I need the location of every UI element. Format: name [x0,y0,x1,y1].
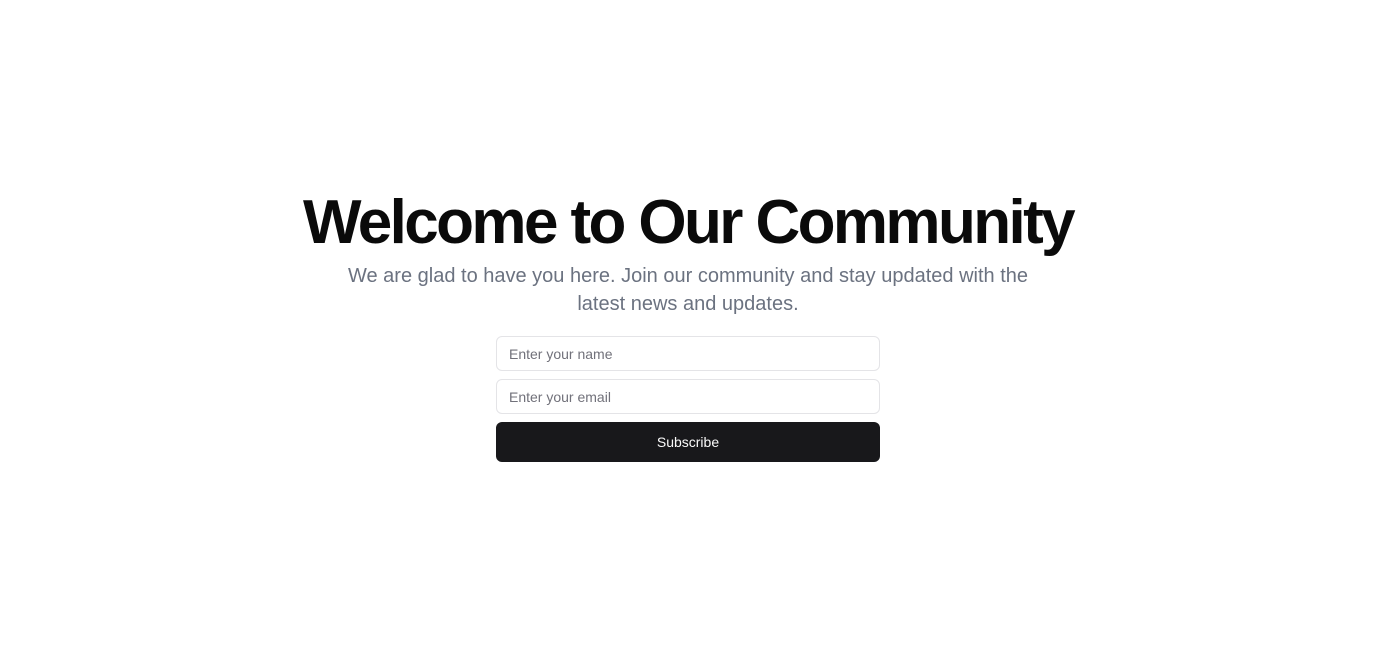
page-title: Welcome to Our Community [302,188,1076,257]
hero-section: Welcome to Our Community We are glad to … [0,190,1376,462]
subscribe-form: Subscribe [496,336,880,462]
page-subtitle: We are glad to have you here. Join our c… [347,265,1029,315]
name-input[interactable] [496,336,880,371]
subscribe-button[interactable]: Subscribe [496,422,880,462]
email-input[interactable] [496,379,880,414]
page: Welcome to Our Community We are glad to … [0,0,1376,650]
